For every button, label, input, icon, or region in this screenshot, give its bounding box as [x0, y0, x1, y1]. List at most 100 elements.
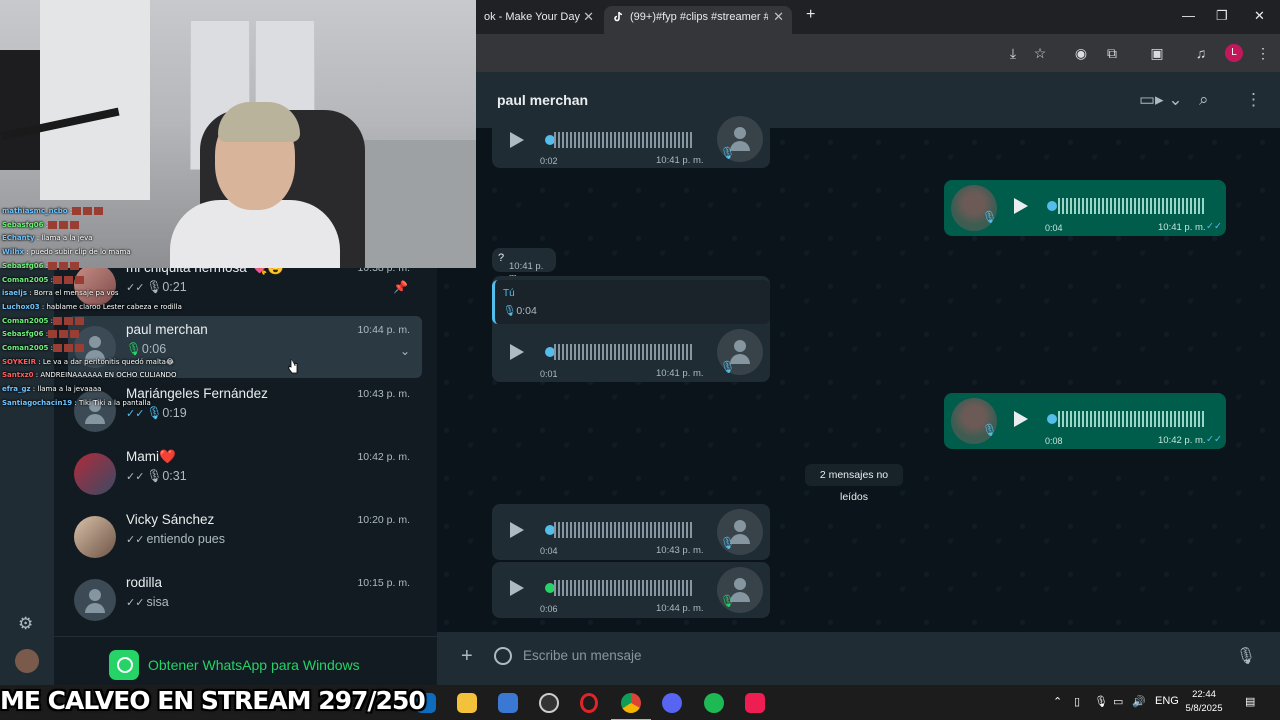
chat-item[interactable]: Vicky Sánchez 10:20 p. m. ✓✓ entiendo pue… [68, 506, 422, 568]
play-icon[interactable] [1014, 411, 1028, 427]
waveform[interactable] [554, 344, 694, 360]
stream-chat-user: EChanty [2, 234, 35, 243]
waveform[interactable] [1058, 411, 1204, 427]
restore-icon[interactable]: ❐ [1216, 8, 1228, 24]
extensions-puzzle-icon[interactable]: ⧉ [1103, 44, 1121, 62]
voice-duration: 0:04 [1045, 223, 1063, 233]
file-explorer-icon[interactable] [457, 693, 477, 713]
browser-tab-active[interactable]: (99+)#fyp #clips #streamer #w ✕ [604, 6, 792, 34]
chat-name: rodilla [126, 575, 163, 590]
read-ticks-icon: ✓✓ [126, 534, 145, 546]
stream-chat-user: Wilhx [2, 248, 25, 257]
chat-item[interactable]: rodilla 10:15 p. m. ✓✓ sisa [68, 569, 422, 631]
spotify-icon[interactable] [704, 693, 724, 713]
playback-dot[interactable] [1047, 414, 1057, 424]
waveform[interactable] [554, 580, 694, 596]
extension-icon[interactable]: ◉ [1072, 44, 1090, 62]
minimize-icon[interactable]: — [1182, 8, 1195, 23]
tray-usb-icon[interactable]: ▯ [1074, 695, 1080, 708]
close-tab-icon[interactable]: ✕ [773, 6, 784, 28]
tray-mic-icon[interactable]: 🎙 [1094, 695, 1108, 708]
chat-preview: ✓✓ entiendo pues [126, 532, 225, 546]
play-icon[interactable] [510, 580, 524, 596]
menu-kebab-icon[interactable]: ⋮ [1254, 44, 1272, 62]
conversation-panel: paul merchan ▭▸ ⌄ ⌕ ⋮ 0:02 10:41 p. m. 🎙… [437, 72, 1280, 685]
browser-tab[interactable]: ok - Make Your Day ✕ [476, 6, 602, 34]
stream-chat-line: Sebasfg06 : [2, 260, 242, 274]
stream-chat-message: : ANDREINAAAAAA EN OCHO CULIANDO [35, 371, 177, 380]
new-tab-icon[interactable]: + [806, 6, 815, 24]
playback-dot[interactable] [1047, 201, 1057, 211]
chat-emote-icon [59, 261, 69, 270]
my-profile-avatar[interactable] [15, 649, 39, 673]
quoted-reply[interactable]: Tú 🎙0:04 [492, 280, 770, 324]
voice-message-incoming: 0:02 10:41 p. m. 🎙 [492, 116, 770, 168]
close-window-icon[interactable]: ✕ [1254, 8, 1265, 24]
chat-emote-icon [94, 207, 104, 215]
get-whatsapp-banner[interactable]: Obtener WhatsApp para Windows [54, 636, 437, 685]
menu-kebab-icon[interactable]: ⋮ [1245, 90, 1262, 110]
play-icon[interactable] [510, 522, 524, 538]
notifications-icon[interactable]: ▤ [1245, 695, 1255, 708]
store-icon[interactable] [498, 693, 518, 713]
conversation-title[interactable]: paul merchan [497, 92, 588, 108]
message-time: 10:43 p. m. [656, 545, 704, 556]
tray-language[interactable]: ENG [1155, 695, 1179, 707]
play-icon[interactable] [510, 132, 524, 148]
tiktok-app-icon[interactable] [745, 693, 765, 713]
chat-emote-icon [48, 261, 58, 270]
voice-duration: 0:06 [540, 604, 558, 614]
stream-chat-message: : hablame claroo Lester cabeza e rodilla [41, 302, 182, 311]
settings-gear-icon[interactable]: ⚙ [18, 614, 33, 634]
chrome-icon[interactable] [611, 693, 651, 720]
chat-time: 10:43 p. m. [357, 388, 410, 400]
chat-emote-icon [48, 330, 58, 339]
side-panel-icon[interactable]: ▣ [1148, 44, 1166, 62]
stream-chat-line: Santiagochacin19 : Tiki Tiki a la pantal… [2, 397, 242, 411]
get-whatsapp-link[interactable]: Obtener WhatsApp para Windows [148, 657, 360, 673]
profile-avatar[interactable]: L [1225, 44, 1243, 62]
emoji-icon[interactable] [494, 647, 512, 665]
voice-message-incoming: 0:04 10:43 p. m. 🎙 [492, 504, 770, 560]
discord-icon[interactable] [662, 693, 682, 713]
chat-item[interactable]: Mami❤️ 10:42 p. m. ✓✓ 🎙0:31 [68, 443, 422, 505]
stream-chat-line: SOYKEIR : Le va a dar peritonitis quedó … [2, 356, 242, 370]
chevron-down-icon[interactable]: ⌄ [400, 344, 410, 358]
waveform[interactable] [554, 522, 694, 538]
stream-chat-user: mathiasmc_ncbo [2, 207, 68, 215]
tray-chevron-up-icon[interactable]: ⌃ [1053, 695, 1062, 708]
stream-chat-overlay: mathiasmc_ncbo : Sebasfg06 : EChanty : lla… [2, 205, 242, 411]
voice-message-outgoing: 🎙 0:08 10:42 p. m. ✓✓ [944, 393, 1226, 449]
stream-chat-user: Coman2005 [2, 316, 49, 325]
taskbar-clock[interactable]: 22:44 5/8/2025 [1180, 688, 1228, 716]
opera-icon[interactable] [580, 693, 598, 713]
bookmark-star-icon[interactable]: ☆ [1031, 44, 1049, 62]
waveform[interactable] [1058, 198, 1204, 214]
close-tab-icon[interactable]: ✕ [583, 6, 594, 28]
app-icon[interactable] [539, 693, 559, 713]
play-icon[interactable] [1014, 198, 1028, 214]
tray-display-icon[interactable]: ▭ [1113, 695, 1123, 708]
sender-avatar [951, 185, 997, 231]
mic-icon: 🎙 [720, 360, 736, 374]
attach-plus-icon[interactable]: + [461, 645, 473, 668]
video-call-icon[interactable]: ▭▸ ⌄ [1139, 90, 1183, 110]
chat-preview: ✓✓ 🎙0:31 [126, 469, 187, 484]
stream-chat-line: Coman2005 : [2, 342, 242, 356]
voice-record-icon[interactable]: 🎙 [1236, 646, 1256, 666]
stream-chat-line: EChanty : llama a la jeva [2, 232, 242, 246]
chat-emote-icon [64, 275, 74, 284]
reply-duration: 0:04 [516, 305, 537, 317]
chat-emote-icon [53, 344, 63, 353]
install-app-icon[interactable]: ⤓ [1004, 44, 1022, 62]
chat-emote-icon [70, 330, 80, 339]
chat-name: Vicky Sánchez [126, 512, 215, 527]
stream-chat-user: Coman2005 [2, 275, 49, 284]
waveform[interactable] [554, 132, 694, 148]
tray-volume-icon[interactable]: 🔊 [1132, 695, 1146, 708]
message-input[interactable]: Escribe un mensaje [523, 648, 642, 663]
stream-chat-message: : Borra el mensaje pa vos [29, 289, 119, 298]
search-icon[interactable]: ⌕ [1199, 90, 1209, 110]
play-icon[interactable] [510, 344, 524, 360]
media-control-icon[interactable]: ♫ [1192, 44, 1210, 62]
